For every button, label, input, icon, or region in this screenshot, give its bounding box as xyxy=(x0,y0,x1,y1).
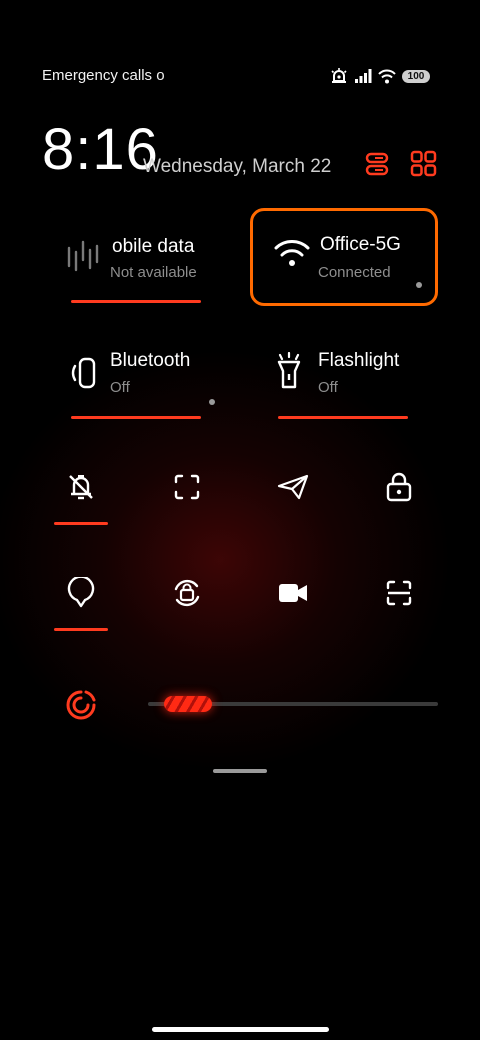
wifi-icon xyxy=(378,69,396,84)
home-indicator[interactable] xyxy=(152,1027,329,1032)
tile-bluetooth-indicator xyxy=(71,416,201,419)
clock: 8:16 xyxy=(42,117,159,182)
tile-bluetooth-title: Bluetooth xyxy=(110,350,191,371)
toggle-auto-rotate[interactable] xyxy=(159,565,215,621)
tile-mobile-data-title: obile data xyxy=(112,236,195,257)
do-not-disturb-icon xyxy=(66,472,96,502)
toggle-airplane-mode[interactable] xyxy=(265,459,321,515)
toggle-screenshot[interactable] xyxy=(159,459,215,515)
tile-bluetooth[interactable]: Bluetooth Off xyxy=(48,334,233,430)
date: Wednesday, March 22 xyxy=(143,156,332,177)
toggle-scanner[interactable] xyxy=(371,565,427,621)
flashlight-icon xyxy=(274,352,304,390)
battery-icon: 100 xyxy=(402,69,430,83)
notification-shade: Emergency calls o 100 8:16 Wednesday, Ma… xyxy=(0,0,480,1040)
tile-wifi-title: Office-5G xyxy=(320,234,401,255)
bluetooth-icon xyxy=(70,356,98,390)
shade-drag-handle[interactable] xyxy=(213,769,267,773)
screenshot-icon xyxy=(173,473,201,501)
tile-bluetooth-subtitle: Off xyxy=(110,379,130,396)
tile-wifi[interactable]: Office-5G Connected xyxy=(254,212,439,308)
tile-flashlight[interactable]: Flashlight Off xyxy=(254,334,439,430)
edit-tiles-icon[interactable] xyxy=(364,150,392,178)
screen-record-icon xyxy=(277,581,309,605)
toggle-lock-screen[interactable] xyxy=(371,459,427,515)
toggle-location[interactable] xyxy=(53,565,109,621)
auto-rotate-icon xyxy=(170,577,204,609)
tile-bluetooth-more-dot[interactable] xyxy=(209,399,215,405)
mobile-data-icon xyxy=(66,240,100,272)
toggle-screen-record[interactable] xyxy=(265,565,321,621)
airplane-mode-icon xyxy=(277,473,309,501)
alarm-icon xyxy=(330,67,348,85)
brightness-icon xyxy=(64,688,98,722)
toggle-do-not-disturb[interactable] xyxy=(53,459,109,515)
tile-flashlight-subtitle: Off xyxy=(318,379,338,396)
grid-icon[interactable] xyxy=(410,150,438,178)
wifi-icon xyxy=(274,238,310,268)
lock-screen-icon xyxy=(385,472,413,502)
signal-icon xyxy=(354,68,372,84)
tile-wifi-more-dot[interactable] xyxy=(416,282,422,288)
tile-wifi-subtitle: Connected xyxy=(318,264,391,281)
tile-flashlight-indicator xyxy=(278,416,408,419)
tile-mobile-data-indicator xyxy=(71,300,201,303)
tile-mobile-data-subtitle: Not available xyxy=(110,264,197,281)
location-icon xyxy=(66,577,96,609)
tile-mobile-data[interactable]: obile data Not available xyxy=(48,214,233,310)
scanner-icon xyxy=(385,579,413,607)
status-carrier-text: Emergency calls o xyxy=(42,67,164,84)
toggle-location-indicator xyxy=(54,628,108,631)
status-icons: 100 xyxy=(330,66,430,86)
tile-flashlight-title: Flashlight xyxy=(318,350,400,371)
brightness-slider-fill[interactable] xyxy=(164,696,212,712)
toggle-do-not-disturb-indicator xyxy=(54,522,108,525)
